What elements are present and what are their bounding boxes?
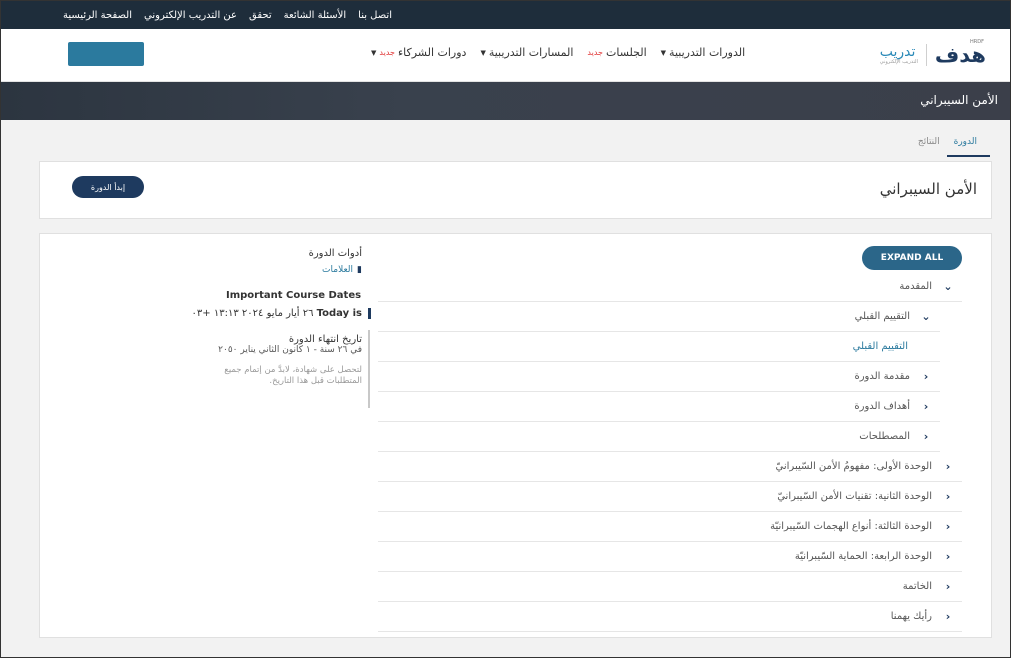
- course-end-date: تاريخ انتهاء الدورة في ٢٦ سنة - ١ كانون …: [196, 330, 370, 408]
- top-link-contact[interactable]: اتصل بنا: [358, 10, 392, 21]
- outline-subsection[interactable]: ⌄ التقييم القبلي: [378, 302, 940, 332]
- hadaf-logo: HRDF هدف: [934, 39, 987, 67]
- nav-menu: الدورات التدريبية ▼ الجلسات جديد المسارا…: [371, 46, 745, 59]
- tab-course[interactable]: الدورة: [946, 137, 990, 157]
- caret-down-icon: ▼: [480, 48, 486, 57]
- outline-section[interactable]: ‹ الوحدة الثانية: تقنيات الأمن السّيبران…: [378, 482, 962, 512]
- top-link-faq[interactable]: الأسئلة الشائعة: [284, 10, 347, 21]
- nav-label: دورات الشركاء: [397, 46, 467, 59]
- outline-unit-link[interactable]: التقييم القبلي: [378, 332, 940, 362]
- outline-subsection[interactable]: ‹ أهداف الدورة: [378, 392, 940, 422]
- caret-down-icon: ▼: [660, 48, 667, 57]
- caret-down-icon: ▼: [371, 48, 377, 57]
- chevron-left-icon: ‹: [945, 550, 951, 563]
- today-label: Today is: [316, 308, 362, 319]
- course-tools: أدوات الدورة ▮ العلامات: [212, 248, 362, 275]
- end-date-note: لتحصل على شهادة، لابدَّ من إتمام جميع ال…: [224, 365, 362, 386]
- top-links: الصفحة الرئيسية عن التدريب الإلكتروني تح…: [63, 1, 392, 29]
- account-button[interactable]: [68, 42, 144, 66]
- course-tools-title: أدوات الدورة: [308, 248, 362, 259]
- outline-section[interactable]: ⌄ المقدمة: [378, 272, 962, 302]
- outline-section[interactable]: ‹ رأيك يهمنا: [378, 602, 962, 632]
- nav-label: الجلسات: [605, 46, 647, 59]
- main-navigation: الدورات التدريبية ▼ الجلسات جديد المسارا…: [1, 29, 1010, 82]
- new-badge: جديد: [587, 48, 603, 57]
- outline-subsection[interactable]: ‹ المصطلحات: [378, 422, 940, 452]
- nav-item-sessions[interactable]: الجلسات جديد: [587, 46, 646, 59]
- new-badge: جديد: [379, 48, 395, 57]
- outline-section[interactable]: ‹ الوحدة الأولى: مفهومُ الأمن السّيبراني…: [378, 452, 962, 482]
- chevron-left-icon: ‹: [945, 580, 951, 593]
- nav-item-partners[interactable]: دورات الشركاء جديد ▼: [371, 46, 466, 59]
- course-dates-title: Important Course Dates: [226, 290, 362, 301]
- top-link-home[interactable]: الصفحة الرئيسية: [63, 10, 132, 21]
- outline-subsection[interactable]: ‹ مقدمة الدورة: [378, 362, 940, 392]
- chevron-left-icon: ‹: [945, 610, 951, 623]
- bookmarks-link[interactable]: ▮ العلامات: [212, 265, 362, 275]
- chevron-left-icon: ‹: [945, 520, 951, 533]
- top-utility-bar: الصفحة الرئيسية عن التدريب الإلكتروني تح…: [1, 1, 1010, 29]
- nav-item-paths[interactable]: المسارات التدريبية ▼: [480, 46, 573, 59]
- start-course-button[interactable]: إبدأ الدورة: [72, 176, 144, 198]
- end-date-title: تاريخ انتهاء الدورة: [288, 334, 362, 345]
- course-outline: ⌄ المقدمة ⌄ التقييم القبلي التقييم القبل…: [378, 272, 962, 632]
- nav-item-courses[interactable]: الدورات التدريبية ▼: [661, 46, 746, 59]
- course-header-card: الأمن السيبراني إبدأ الدورة: [39, 161, 992, 219]
- course-tabs: الدورة النتائج: [911, 137, 990, 157]
- top-link-verify[interactable]: تحقق: [249, 10, 272, 21]
- nav-label: المسارات التدريبية: [488, 46, 574, 59]
- course-banner: الأمن السيبراني: [1, 82, 1010, 120]
- course-outline-card: EXPAND ALL ⌄ المقدمة ⌄ التقييم القبلي ال…: [39, 233, 992, 638]
- outline-section[interactable]: ‹ الوحدة الثالثة: أنواع الهجمات السّيبرا…: [378, 512, 962, 542]
- chevron-left-icon: ‹: [923, 430, 929, 443]
- end-date-value: في ٢٦ سنة - ١ كانون الثاني يناير ٢٠٥٠: [218, 345, 362, 355]
- top-link-about[interactable]: عن التدريب الإلكتروني: [144, 10, 237, 21]
- tab-progress[interactable]: النتائج: [911, 137, 947, 157]
- site-logo[interactable]: HRDF هدف تدريب التدريب الإلكتروني: [879, 39, 987, 69]
- tadreeb-logo: تدريب التدريب الإلكتروني: [879, 44, 918, 65]
- banner-title: الأمن السيبراني: [920, 93, 998, 107]
- chevron-down-icon: ⌄: [921, 310, 931, 323]
- today-value: ٢٦ أيار مايو ٢٠٢٤ ١٣:١٣ +٠٣: [191, 308, 314, 319]
- chevron-left-icon: ‹: [945, 460, 951, 473]
- outline-section[interactable]: ‹ الخاتمة: [378, 572, 962, 602]
- nav-label: الدورات التدريبية: [669, 46, 746, 59]
- chevron-down-icon: ⌄: [943, 280, 953, 293]
- expand-all-button[interactable]: EXPAND ALL: [862, 246, 962, 270]
- logo-divider: [925, 44, 927, 66]
- chevron-left-icon: ‹: [923, 400, 929, 413]
- course-title: الأمن السيبراني: [879, 180, 977, 198]
- chevron-left-icon: ‹: [923, 370, 929, 383]
- chevron-left-icon: ‹: [945, 490, 951, 503]
- bookmark-icon: ▮: [357, 265, 362, 275]
- browser-frame: الصفحة الرئيسية عن التدريب الإلكتروني تح…: [0, 0, 1011, 658]
- today-date: Today is ٢٦ أيار مايو ٢٠٢٤ ١٣:١٣ +٠٣: [192, 308, 371, 319]
- outline-section[interactable]: ‹ الوحدة الرابعة: الحماية السّيبرانيّة: [378, 542, 962, 572]
